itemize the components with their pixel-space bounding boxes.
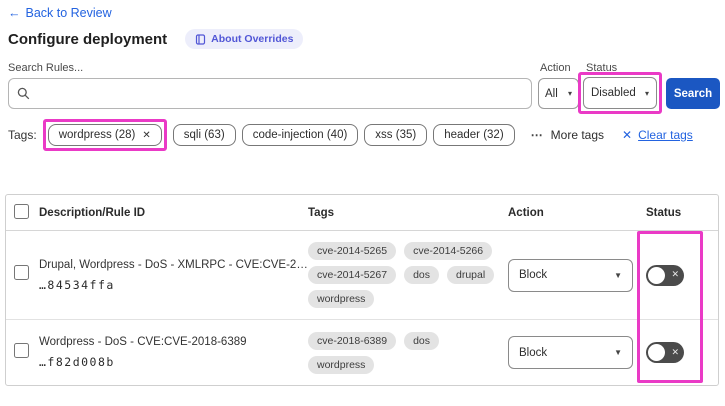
toggle-knob xyxy=(648,266,665,284)
status-dropdown[interactable]: Disabled ▾ xyxy=(583,77,657,109)
chevron-down-icon: ▼ xyxy=(614,270,622,280)
back-arrow-icon: ← xyxy=(8,6,21,20)
status-dropdown-value: Disabled xyxy=(591,87,636,99)
tag-chip-sqli[interactable]: sqli (63) xyxy=(172,124,236,146)
rule-tag-pill: drupal xyxy=(447,266,495,284)
more-tags-label: More tags xyxy=(550,128,605,142)
tag-chip-xss[interactable]: xss (35) xyxy=(364,124,428,146)
row-checkbox[interactable] xyxy=(14,265,29,280)
rule-tag-pill: wordpress xyxy=(308,355,375,374)
tags-bar-label: Tags: xyxy=(8,128,37,142)
rule-tag-pill: dos xyxy=(404,331,439,350)
action-dropdown[interactable]: All ▾ xyxy=(538,78,579,109)
tags-bar: Tags: wordpress (28) ✕ sqli (63) code-in… xyxy=(8,119,693,151)
more-tags-button[interactable]: ⋯ More tags xyxy=(531,128,604,142)
toggle-x-icon: ✕ xyxy=(671,269,679,280)
table-row: Drupal, Wordpress - DoS - XMLRPC - CVE:C… xyxy=(6,231,718,319)
column-header-action: Action xyxy=(508,206,544,219)
action-select-value: Block xyxy=(519,346,548,359)
about-overrides-label: About Overrides xyxy=(211,33,294,45)
tag-chip-header[interactable]: header (32) xyxy=(433,124,515,146)
action-select[interactable]: Block ▼ xyxy=(508,336,633,369)
rules-table: Description/Rule ID Tags Action Status D… xyxy=(5,194,719,386)
rule-tag-pill: dos xyxy=(404,266,439,284)
about-overrides-badge[interactable]: About Overrides xyxy=(185,29,304,49)
column-header-tags: Tags xyxy=(308,206,334,219)
rule-tag-pill: wordpress xyxy=(308,290,375,308)
rule-tag-pill: cve-2014-5265 xyxy=(308,242,397,260)
configure-deployment-page: ← Back to Review Configure deployment Ab… xyxy=(0,0,725,406)
action-select-value: Block xyxy=(519,269,548,281)
status-toggle[interactable]: ✕ xyxy=(646,264,684,286)
back-link-label: Back to Review xyxy=(25,6,112,20)
clear-tags-label: Clear tags xyxy=(638,128,693,142)
page-title: Configure deployment xyxy=(8,30,168,48)
search-input[interactable] xyxy=(36,86,523,101)
select-all-checkbox[interactable] xyxy=(14,203,29,219)
rule-tags: cve-2018-6389 dos wordpress xyxy=(308,331,500,374)
rule-id: …f82d008b xyxy=(39,355,115,369)
chevron-down-icon: ▾ xyxy=(567,89,572,98)
remove-tag-icon[interactable]: ✕ xyxy=(142,130,150,141)
back-to-review-link[interactable]: ← Back to Review xyxy=(8,6,112,20)
tag-chip-label: wordpress (28) xyxy=(58,129,136,141)
action-dropdown-value: All xyxy=(545,87,558,100)
tag-chip-code-injection[interactable]: code-injection (40) xyxy=(241,124,359,146)
table-row: Wordpress - DoS - CVE:CVE-2018-6389 …f82… xyxy=(6,319,718,385)
search-rules-label: Search Rules... xyxy=(8,62,84,74)
column-header-status: Status xyxy=(646,206,682,219)
search-icon xyxy=(17,87,30,100)
rule-tag-pill: cve-2018-6389 xyxy=(308,331,397,350)
rule-id: …84534ffa xyxy=(39,277,115,292)
toggle-knob xyxy=(648,344,665,361)
chevron-down-icon: ▾ xyxy=(644,88,649,98)
table-header-row: Description/Rule ID Tags Action Status xyxy=(6,195,718,231)
action-select[interactable]: Block ▼ xyxy=(508,258,633,292)
ellipsis-icon: ⋯ xyxy=(530,128,544,142)
rule-description: Wordpress - DoS - CVE:CVE-2018-6389 xyxy=(39,336,247,348)
search-input-wrap xyxy=(8,78,532,109)
row-checkbox[interactable] xyxy=(14,342,29,358)
book-icon xyxy=(196,33,206,45)
action-filter-label: Action xyxy=(540,62,571,74)
search-button[interactable]: Search xyxy=(666,78,720,109)
rule-tag-pill: cve-2014-5267 xyxy=(308,266,397,284)
tag-chip-wordpress[interactable]: wordpress (28) ✕ xyxy=(47,124,162,146)
rule-tags: cve-2014-5265 cve-2014-5266 cve-2014-526… xyxy=(308,242,500,308)
clear-tags-x-icon: ✕ xyxy=(622,128,633,142)
column-header-description: Description/Rule ID xyxy=(39,206,146,219)
chevron-down-icon: ▼ xyxy=(614,348,622,357)
rule-description: Drupal, Wordpress - DoS - XMLRPC - CVE:C… xyxy=(39,258,308,271)
clear-tags-link[interactable]: ✕ Clear tags xyxy=(622,128,693,142)
selected-tag-highlight: wordpress (28) ✕ xyxy=(42,119,167,151)
title-row: Configure deployment About Overrides xyxy=(8,29,304,49)
rule-tag-pill: cve-2014-5266 xyxy=(404,242,493,260)
toggle-x-icon: ✕ xyxy=(671,346,679,357)
status-filter-highlight: Disabled ▾ xyxy=(578,72,662,114)
status-toggle[interactable]: ✕ xyxy=(646,342,684,363)
